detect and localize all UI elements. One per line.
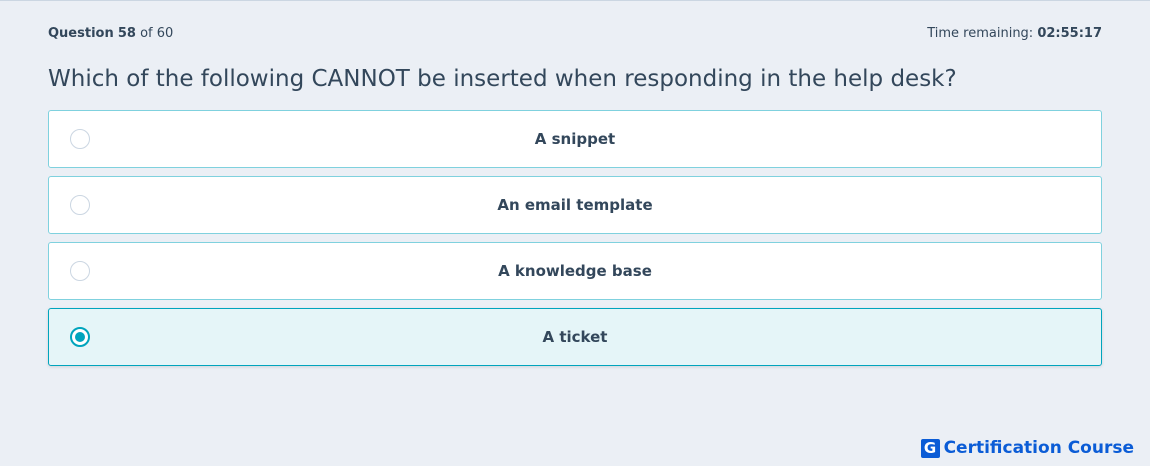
question-number: 58 <box>117 25 136 41</box>
answer-label: A snippet <box>534 130 616 148</box>
question-text: Which of the following CANNOT be inserte… <box>48 66 957 92</box>
answer-label: An email template <box>497 196 653 214</box>
radio-button[interactable] <box>70 195 90 215</box>
radio-button[interactable] <box>70 327 90 347</box>
question-total: of 60 <box>140 25 174 41</box>
answer-options: A snippet An email template A knowledge … <box>48 110 1102 374</box>
question-counter: Question 58 of 60 <box>48 26 173 41</box>
answer-option-4[interactable]: A ticket <box>48 308 1102 366</box>
brand-name: Certification Course <box>943 438 1134 458</box>
brand-g-icon: G <box>920 438 940 458</box>
answer-label: A ticket <box>542 328 608 346</box>
answer-option-2[interactable]: An email template <box>48 176 1102 234</box>
quiz-header: Question 58 of 60 Time remaining: 02:55:… <box>48 24 1102 42</box>
answer-option-1[interactable]: A snippet <box>48 110 1102 168</box>
question-label: Question <box>48 25 114 41</box>
brand-logo: G Certification Course <box>920 438 1134 458</box>
radio-button[interactable] <box>70 261 90 281</box>
time-value: 02:55:17 <box>1037 25 1102 41</box>
time-label: Time remaining: <box>927 25 1034 41</box>
radio-button[interactable] <box>70 129 90 149</box>
top-divider <box>0 0 1150 1</box>
timer: Time remaining: 02:55:17 <box>927 26 1102 41</box>
answer-option-3[interactable]: A knowledge base <box>48 242 1102 300</box>
answer-label: A knowledge base <box>498 262 652 280</box>
